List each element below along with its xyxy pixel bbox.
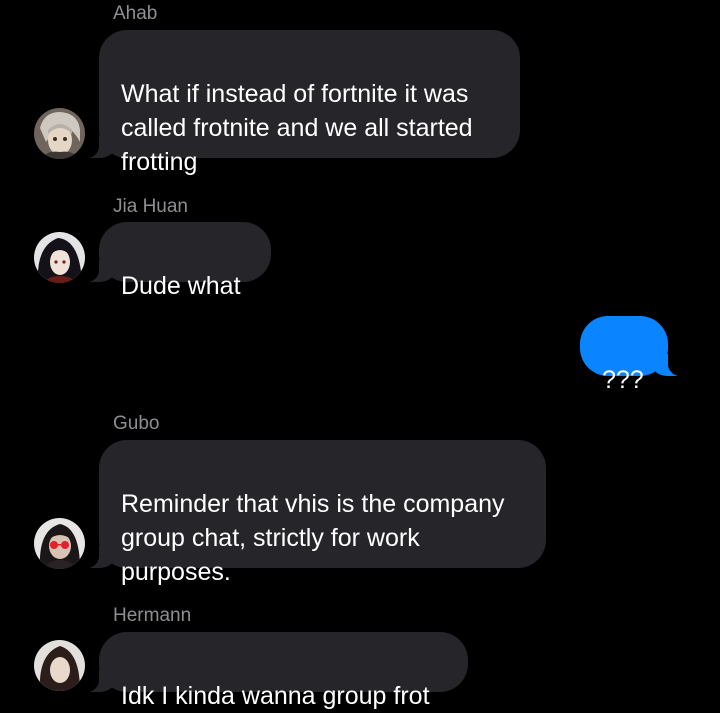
sender-name-ahab: Ahab xyxy=(113,3,158,24)
sender-name-jia-huan: Jia Huan xyxy=(113,196,188,217)
message-bubble[interactable]: Dude what xyxy=(73,222,271,300)
outgoing-message-bubble[interactable]: ??? xyxy=(580,316,694,394)
avatar-jia-huan[interactable] xyxy=(34,232,85,283)
message-text: Reminder that vhis is the company group … xyxy=(121,490,505,586)
message-bubble[interactable]: Reminder that vhis is the company group … xyxy=(73,440,546,586)
message-text: ??? xyxy=(602,366,644,394)
sender-name-hermann: Hermann xyxy=(113,605,192,626)
message-bubble[interactable]: Idk I kinda wanna group frot xyxy=(73,632,468,710)
message-text: Idk I kinda wanna group frot xyxy=(121,682,430,710)
avatar-hermann[interactable] xyxy=(34,640,85,691)
message-text: What if instead of fortnite it was calle… xyxy=(121,80,473,176)
avatar-ahab[interactable] xyxy=(34,108,85,159)
avatar-gubo[interactable] xyxy=(34,518,85,569)
message-bubble[interactable]: What if instead of fortnite it was calle… xyxy=(73,30,520,176)
message-text: Dude what xyxy=(121,272,241,300)
sender-name-gubo: Gubo xyxy=(113,413,160,434)
